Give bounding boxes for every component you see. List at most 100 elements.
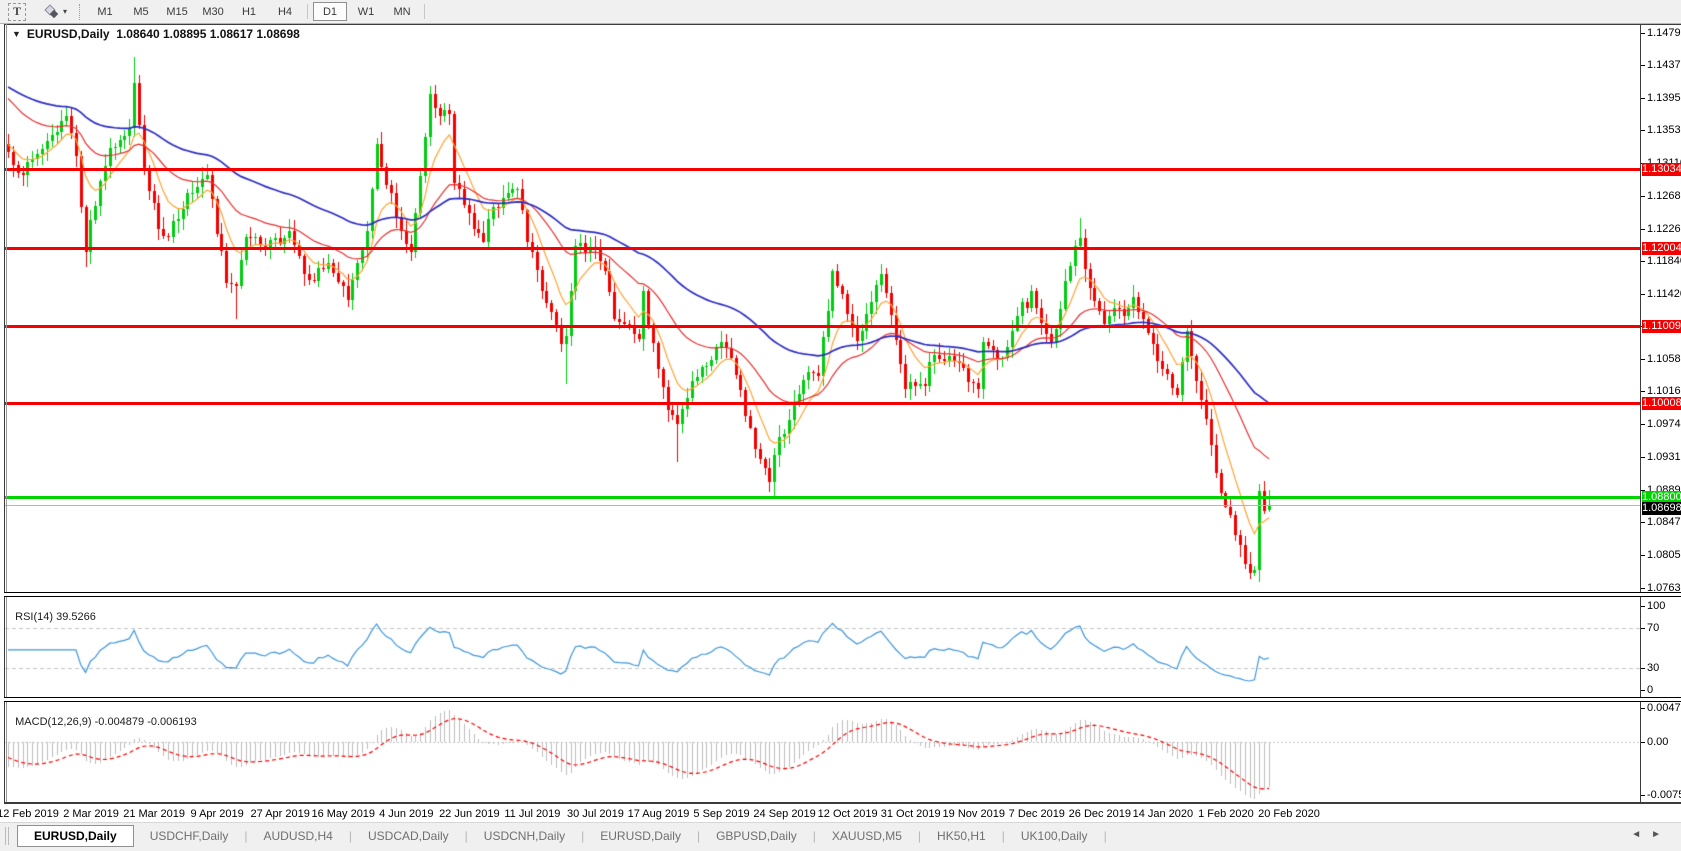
date-axis-label: 21 Mar 2019 (123, 808, 185, 820)
chart-symbol-label: EURUSD,Daily (26, 27, 110, 41)
arrange-button[interactable]: ▾ (34, 2, 69, 21)
price-line-label: 1.12004 (1642, 242, 1681, 256)
timeframe-button-d1[interactable]: D1 (313, 2, 348, 21)
toolbar: T ▾ M1 M5 M15 M30 H1 H4 D1 W1 MN (0, 0, 1681, 24)
chart-ohlc-values: 1.08640 1.08895 1.08617 1.08698 (116, 27, 300, 41)
arrange-icon (44, 3, 60, 20)
date-axis-label: 9 Apr 2019 (190, 808, 244, 820)
price-axis-tick: 1.08470 (1641, 516, 1681, 529)
text-tool-icon: T (8, 2, 26, 21)
chart-tabs: EURUSD,Daily USDCHF,Daily | AUDUSD,H4 | USDCA… (17, 825, 1107, 847)
timeframe-button-m30[interactable]: M30 (196, 2, 230, 21)
chart-tab-xauusd-m5[interactable]: XAUUSD,M5 (818, 825, 916, 847)
chart-tab-usdcad-daily[interactable]: USDCAD,Daily (354, 825, 463, 847)
indicator-axis-tick: 100 (1640, 600, 1666, 612)
chart-tab-hk50-h1[interactable]: HK50,H1 (923, 825, 1000, 847)
date-axis-label: 24 Sep 2019 (753, 808, 816, 820)
macd-pane-separator[interactable] (4, 697, 1681, 702)
toolbar-grip-icon[interactable] (79, 3, 81, 20)
price-axis-tick: 1.12260 (1641, 223, 1681, 236)
indicator-axis-tick: 0.00 (1640, 736, 1669, 748)
date-axis-label: 12 Oct 2019 (817, 808, 878, 820)
indicator-axis-tick: 70 (1640, 622, 1660, 634)
timeframe-button-mn[interactable]: MN (385, 2, 419, 21)
toolbar-separator (424, 4, 426, 19)
current-price-label: 1.08698 (1642, 502, 1681, 515)
chart-tab-audusd-h4[interactable]: AUDUSD,H4 (250, 825, 347, 847)
price-line-label: 1.13034 (1642, 162, 1681, 176)
tab-separator: | (244, 829, 248, 843)
resistance-line[interactable] (5, 247, 1640, 250)
date-axis-label: 19 Nov 2019 (942, 808, 1005, 820)
tab-scroll-arrows: ◄► (1631, 829, 1671, 840)
timeframe-button-m15[interactable]: M15 (160, 2, 194, 21)
rsi-pane-separator[interactable] (4, 592, 1681, 597)
chart-left-border (4, 24, 5, 804)
rsi-value: 39.5266 (56, 611, 96, 623)
date-axis-label: 26 Dec 2019 (1068, 808, 1132, 820)
timeframe-button-m5[interactable]: M5 (124, 2, 158, 21)
support-line[interactable] (5, 496, 1640, 499)
tab-separator: | (581, 829, 585, 843)
price-axis-tick: 1.10580 (1641, 353, 1681, 366)
date-axis-label: 16 May 2019 (311, 808, 376, 820)
tab-scroll-right-icon[interactable]: ► (1651, 829, 1671, 840)
indicator-axis-tick: 30 (1640, 662, 1660, 674)
tab-separator: | (696, 829, 701, 843)
timeframe-button-h1[interactable]: H1 (232, 2, 266, 21)
date-axis-label: 17 Aug 2019 (627, 808, 690, 820)
date-axis-label: 27 Apr 2019 (250, 808, 310, 820)
tab-separator: | (1001, 829, 1005, 843)
chart-bottom-border (4, 802, 1681, 804)
price-axis-tick: 1.13530 (1641, 124, 1681, 137)
date-axis-label: 14 Jan 2020 (1132, 808, 1194, 820)
indicator-axis-tick: 0 (1640, 684, 1654, 696)
tab-scroll-left-icon[interactable]: ◄ (1631, 829, 1651, 840)
price-axis-tick: 1.13950 (1641, 92, 1681, 105)
macd-label: MACD(12,26,9) -0.004879 -0.006193 (15, 716, 197, 728)
chart-top-border (4, 24, 1681, 25)
text-tool-button[interactable]: T (6, 2, 28, 21)
chart-tab-usdcnh-daily[interactable]: USDCNH,Daily (470, 825, 579, 847)
date-axis-label: 31 Oct 2019 (880, 808, 941, 820)
price-axis-tick: 1.09310 (1641, 451, 1681, 464)
resistance-line[interactable] (5, 325, 1640, 328)
date-axis-label: 11 Jul 2019 (504, 808, 561, 820)
date-axis-label: 5 Sep 2019 (693, 808, 750, 820)
resistance-line[interactable] (5, 168, 1640, 171)
price-axis-tick: 1.14370 (1641, 59, 1681, 72)
chart-tab-eurusd-daily[interactable]: EURUSD,Daily (586, 825, 695, 847)
collapse-icon[interactable]: ▼ (12, 29, 21, 39)
date-axis-label: 20 Feb 2020 (1258, 808, 1320, 820)
timeframe-button-h4[interactable]: H4 (268, 2, 302, 21)
date-axis-label: 12 Feb 2019 (0, 808, 59, 820)
price-axis-tick: 1.07630 (1641, 582, 1681, 595)
chart-tab-usdchf-daily[interactable]: USDCHF,Daily (136, 825, 243, 847)
timeframe-button-m1[interactable]: M1 (88, 2, 122, 21)
tab-separator: | (464, 829, 468, 843)
chart-tab-uk100-daily[interactable]: UK100,Daily (1007, 825, 1102, 847)
current-price-line (5, 505, 1640, 506)
price-line-label: 1.10008 (1642, 397, 1681, 411)
timeframe-button-w1[interactable]: W1 (349, 2, 383, 21)
tab-separator: | (348, 829, 352, 843)
price-axis-divider[interactable] (1640, 24, 1641, 804)
chart-tab-eurusd-daily[interactable]: EURUSD,Daily (17, 825, 134, 847)
date-axis-label: 30 Jul 2019 (566, 808, 624, 820)
price-axis-tick: 1.09740 (1641, 418, 1681, 431)
dropdown-caret-icon[interactable]: ▾ (63, 7, 67, 16)
date-axis-label: 1 Feb 2020 (1198, 808, 1254, 820)
tab-separator: | (812, 829, 816, 843)
tab-separator: | (1103, 829, 1107, 843)
chart-tab-gbpusd-daily[interactable]: GBPUSD,Daily (702, 825, 811, 847)
chart-canvas[interactable] (0, 0, 1681, 851)
macd-values: -0.004879 -0.006193 (94, 716, 197, 728)
tabbar-grip-icon[interactable] (5, 827, 9, 845)
support-line[interactable] (5, 402, 1640, 405)
indicator-axis-tick: -0.00758 (1640, 789, 1681, 802)
date-axis-label: 4 Jun 2019 (379, 808, 434, 820)
price-line-label: 1.11009 (1642, 319, 1681, 333)
indicator-axis-tick: 0.004738 (1641, 702, 1681, 715)
date-axis-label: 7 Dec 2019 (1008, 808, 1065, 820)
rsi-label: RSI(14) 39.5266 (15, 611, 96, 623)
